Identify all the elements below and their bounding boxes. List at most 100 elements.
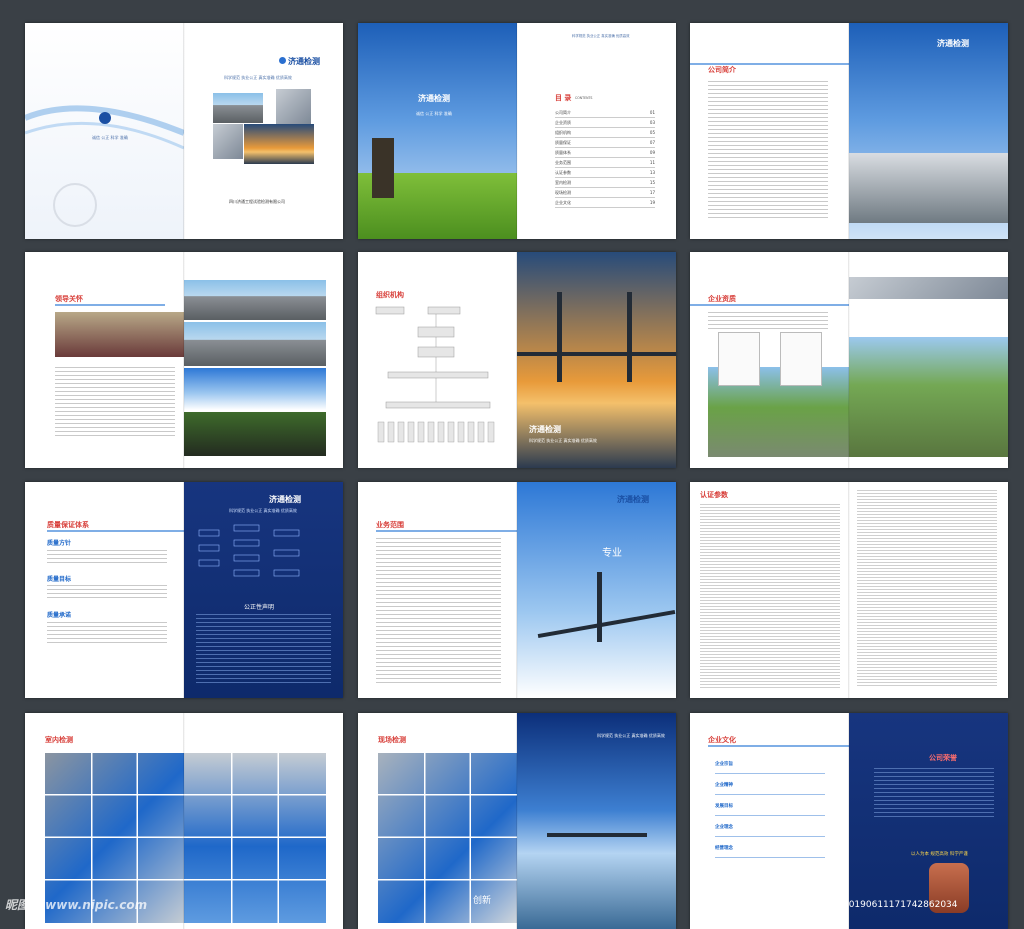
- toc-item[interactable]: 组织机构 05: [555, 128, 655, 138]
- toc-item-page: 07: [649, 140, 655, 145]
- toc-list: 公司简介 01 企业资质 03 组织机构 05 质量保证 07 质量体系 09 业务范围 11 认证参数…: [555, 108, 655, 208]
- toc-item-label: 质量体系: [555, 150, 571, 155]
- qualification-title: 企业资质: [708, 295, 736, 303]
- indoor-photo-grid-right: [184, 753, 326, 923]
- toc-item-page: 01: [649, 110, 655, 115]
- spread-params: 认证参数: [690, 482, 1008, 698]
- quality-text-page: 质量保证体系 质量方针 质量目标 质量承诺: [25, 482, 184, 698]
- org-logo: 济通检测: [529, 425, 561, 434]
- field-slogan: 科学规范 执业公正 真实准确 优质高效: [597, 733, 665, 738]
- cover-company-name: 四川济通工程试验检测有限公司: [229, 199, 285, 204]
- toc-item[interactable]: 认证参数 13: [555, 168, 655, 178]
- toc-item-page: 11: [649, 160, 655, 165]
- scope-title: 业务范围: [376, 521, 404, 529]
- leaders-body-text: [55, 367, 175, 437]
- bridge-deck: [517, 352, 676, 356]
- interchange-photo: [849, 337, 1008, 457]
- quality-slogan: 科学规范 执业公正 真实准确 优质高效: [229, 508, 297, 513]
- cover-logo: 济通检测: [279, 56, 320, 67]
- toc-item[interactable]: 质量体系 09: [555, 148, 655, 158]
- intro-title: 公司简介: [708, 66, 736, 74]
- culture-item: 经营理念: [715, 845, 825, 858]
- params-page-right: [849, 482, 1008, 698]
- toc-item[interactable]: 公司简介 01: [555, 108, 655, 118]
- back-cover-slogan: 诚信 公正 科学 准确: [92, 135, 128, 140]
- toc-item-page: 05: [649, 130, 655, 135]
- intro-photo-page: 济通检测: [849, 23, 1008, 239]
- org-chart: [375, 306, 495, 443]
- spread-intro: 公司简介 济通检测: [690, 23, 1008, 239]
- toc-item[interactable]: 室内检测 15: [555, 178, 655, 188]
- group-photo: [55, 312, 184, 357]
- fairness-title: 公正性声明: [244, 604, 275, 611]
- intro-text-page: 公司简介: [690, 23, 849, 239]
- cover-photo-road: [213, 93, 263, 123]
- quality-goal-title: 质量目标: [47, 576, 72, 583]
- qualification-logo: 济通检测: [959, 318, 991, 327]
- indoor-title: 室内检测: [45, 736, 73, 744]
- contents-logo: 济通检测: [418, 94, 450, 103]
- intro-body-text: [708, 81, 828, 221]
- toc-item-label: 室内检测: [555, 180, 571, 185]
- field-page-left: 现场检测 创新: [358, 713, 517, 929]
- scope-pro-word: 专业: [602, 548, 622, 559]
- quality-promise-text: [47, 622, 167, 644]
- swoosh-graphic: [25, 105, 184, 150]
- params-page-left: 认证参数: [690, 482, 849, 698]
- forest-road-photo: [184, 412, 326, 456]
- toc-item-page: 09: [649, 150, 655, 155]
- toc-item-label: 认证参数: [555, 170, 571, 175]
- spread-scope: 业务范围 济通检测 专业: [358, 482, 676, 698]
- cover-slogan: 科学规范 执业公正 真实准确 优质高效: [224, 75, 292, 80]
- cover-photo-lab: [213, 124, 243, 159]
- culture-title: 企业文化: [708, 736, 736, 744]
- honor-title: 公司荣誉: [929, 754, 957, 762]
- quality-goal-text: [47, 585, 167, 600]
- toc-item[interactable]: 业务范围 11: [555, 158, 655, 168]
- bridge-tower-right: [627, 292, 632, 382]
- contents-slogan: 诚信 公正 科学 准确: [416, 111, 452, 116]
- qualification-body-text: [708, 312, 828, 332]
- culture-item: 发展目标: [715, 803, 825, 816]
- back-cover-page: 诚信 公正 科学 准确: [25, 23, 184, 239]
- contents-list-page: 科学规范 执业公正 真实准确 优质高效 目 录 CONTENTS 公司简介 01 企…: [517, 23, 676, 239]
- toc-item[interactable]: 企业资质 03: [555, 118, 655, 128]
- building-photo: [849, 153, 1008, 223]
- field-bridge: [547, 833, 647, 837]
- front-cover-page: 济通检测 科学规范 执业公正 真实准确 优质高效 四川济通工程试验检测有限公司: [184, 23, 343, 239]
- quality-policy-text: [47, 550, 167, 565]
- cover-photo-bridge: [244, 124, 314, 164]
- culture-list: 企业宗旨 企业精神 发展目标 企业理念 经营理念: [715, 761, 825, 866]
- toc-item-label: 企业文化: [555, 200, 571, 205]
- scope-body-text: [376, 538, 501, 686]
- contents-title-en: CONTENTS: [575, 96, 593, 100]
- scope-bridge-deck: [537, 609, 676, 639]
- params-table-right: [857, 490, 997, 688]
- spread-contents: 济通检测 诚信 公正 科学 准确 科学规范 执业公正 真实准确 优质高效 目 录…: [358, 23, 676, 239]
- spread-org: 组织机构 济通检测 科学规范 执业公正 真实准确 优质高效: [358, 252, 676, 468]
- fairness-text: [196, 614, 331, 684]
- toc-item[interactable]: 企业文化 19: [555, 198, 655, 208]
- toc-item-label: 公司简介: [555, 110, 571, 115]
- quality-flowchart: [198, 524, 300, 577]
- toc-item-page: 19: [649, 200, 655, 205]
- certificate-2: [780, 332, 822, 386]
- leaders-title: 领导关怀: [55, 295, 83, 303]
- contents-title: 目 录: [555, 94, 572, 102]
- qualification-text-page: 企业资质: [690, 252, 849, 468]
- toc-item-label: 业务范围: [555, 160, 571, 165]
- toc-item-page: 13: [649, 170, 655, 175]
- spread-quality: 质量保证体系 质量方针 质量目标 质量承诺 济通检测 科学规范 执业公正 真实准…: [25, 482, 343, 698]
- honor-page: 公司荣誉 以人为本 规范高效 科学严谨: [849, 713, 1008, 929]
- scope-logo: 济通检测: [617, 495, 649, 504]
- toc-item-label: 企业资质: [555, 120, 571, 125]
- indoor-page-right: [184, 713, 343, 929]
- cover-photo-worker: [276, 89, 311, 125]
- intro-logo: 济通检测: [937, 39, 969, 48]
- toc-item[interactable]: 现场检测 17: [555, 188, 655, 198]
- toc-item[interactable]: 质量保证 07: [555, 138, 655, 148]
- culture-item: 企业精神: [715, 782, 825, 795]
- surveyor-figure: [372, 138, 394, 198]
- toc-item-label: 质量保证: [555, 140, 571, 145]
- bridge-tower-left: [557, 292, 562, 382]
